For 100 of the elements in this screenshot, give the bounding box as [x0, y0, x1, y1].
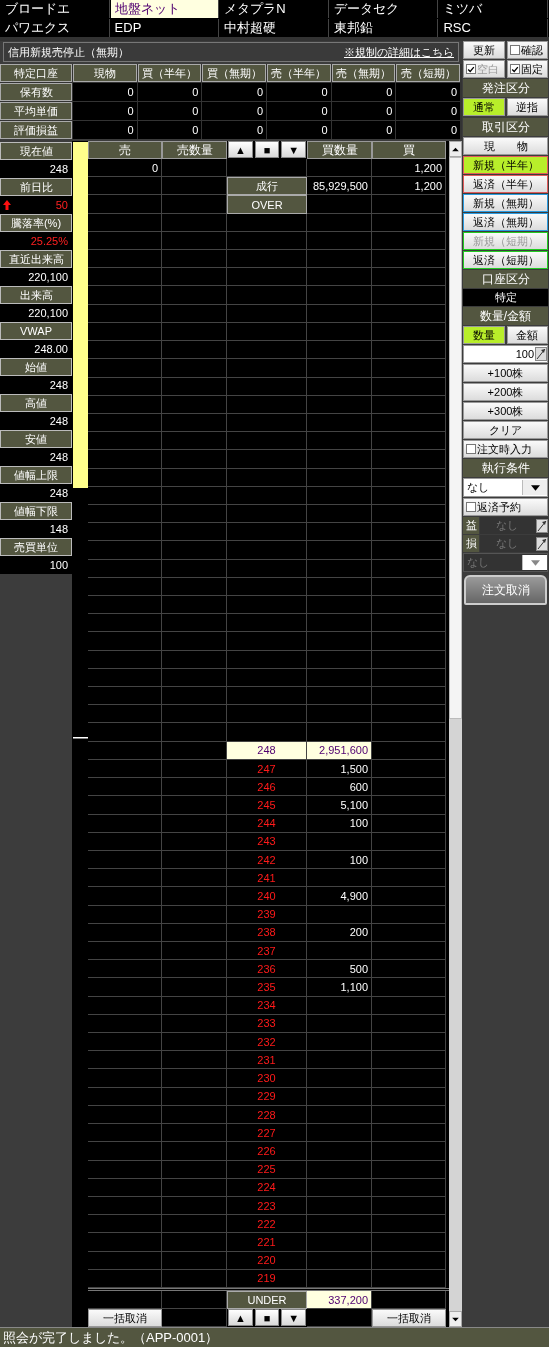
- table-cell: [307, 1069, 372, 1088]
- trade-type-button[interactable]: 返済（短期）: [463, 251, 548, 269]
- quantity-button[interactable]: +300株: [463, 402, 548, 420]
- stat-label: 直近出来高: [0, 250, 72, 268]
- regulation-link[interactable]: ※規制の詳細はこちら: [344, 44, 454, 60]
- repay-reserve-toggle[interactable]: 返済予約: [463, 498, 548, 516]
- table-cell: [307, 723, 372, 742]
- caret-icon[interactable]: [522, 480, 547, 495]
- table-cell: [162, 778, 227, 797]
- table-cell: [162, 286, 227, 305]
- scroll-button[interactable]: ■: [254, 141, 280, 158]
- checkbox-label: 注文時入力: [477, 441, 532, 457]
- table-cell: [162, 541, 227, 560]
- table-cell: 0: [202, 83, 266, 101]
- scroll-button[interactable]: ▼: [281, 141, 306, 158]
- scroll-button[interactable]: ▲: [228, 1309, 253, 1326]
- column-header: 売数量: [162, 141, 227, 159]
- cancel-all-button[interactable]: 一括取消: [88, 1309, 162, 1327]
- table-cell: [162, 268, 227, 287]
- table-cell: 0: [331, 83, 396, 101]
- table-cell: [307, 359, 372, 378]
- cancel-all-button[interactable]: 一括取消: [372, 1309, 446, 1327]
- trade-type-button[interactable]: 現 物: [463, 137, 548, 155]
- table-cell: [307, 159, 372, 178]
- stat-label: 始値: [0, 358, 72, 376]
- table-cell: [307, 614, 372, 633]
- stat-label: VWAP: [0, 322, 72, 340]
- stat-value: 148: [49, 523, 68, 535]
- checkbox[interactable]: [466, 444, 476, 454]
- table-cell: 0: [396, 102, 460, 120]
- restriction-notice: 信用新規売停止（無期）: [8, 44, 129, 60]
- quantity-button[interactable]: クリア: [463, 421, 548, 439]
- table-cell: [162, 1069, 227, 1088]
- table-cell: [307, 1233, 372, 1252]
- table-cell: [307, 250, 372, 269]
- condition-dropdown[interactable]: なし: [463, 478, 548, 497]
- table-cell: [307, 341, 372, 360]
- table-cell: [162, 450, 227, 469]
- cancel-order-button[interactable]: 注文取消: [464, 575, 547, 605]
- scroll-button[interactable]: ▲: [228, 141, 253, 158]
- status-bar: 照会が完了しました。（APP-0001）: [0, 1327, 549, 1347]
- account-value: 特定: [463, 289, 548, 306]
- order-type-toggle[interactable]: 逆指: [506, 98, 548, 116]
- stat-value: 100: [49, 559, 68, 571]
- checkbox[interactable]: [466, 502, 476, 512]
- stat-value: 248: [49, 163, 68, 175]
- column-header: 売（短期）: [396, 64, 460, 82]
- table-cell: 0: [202, 121, 266, 139]
- table-cell: [162, 250, 227, 269]
- scroll-bar[interactable]: [449, 141, 462, 1327]
- refresh-button[interactable]: 更新: [463, 41, 505, 59]
- column-header: 買（半年）: [137, 64, 202, 82]
- table-cell: [162, 1051, 227, 1070]
- trade-type-button[interactable]: 返済（無期）: [463, 213, 548, 231]
- table-cell: [162, 523, 227, 542]
- stat-value: 25.25%: [30, 235, 68, 247]
- column-header: 売（無期）: [331, 64, 396, 82]
- row-header: 平均単価: [0, 102, 72, 120]
- table-cell: 0: [267, 83, 331, 101]
- order-type-toggle[interactable]: 通常: [463, 98, 505, 116]
- quantity-field[interactable]: 100: [463, 345, 548, 363]
- field-label: 益: [463, 517, 479, 534]
- table-cell: 5,100: [307, 796, 372, 815]
- checkbox[interactable]: [509, 64, 520, 74]
- table-cell: [162, 1215, 227, 1234]
- fixed-toggle[interactable]: 固定: [506, 60, 548, 78]
- checkbox-label: 空白: [477, 61, 499, 77]
- stat-value: 220,100: [28, 307, 68, 319]
- checkbox[interactable]: [509, 45, 520, 55]
- confirm-toggle[interactable]: 確認: [506, 41, 548, 59]
- table-cell: [307, 687, 372, 706]
- input-on-order-toggle[interactable]: 注文時入力: [463, 440, 548, 458]
- scroll-button[interactable]: ▼: [281, 1309, 306, 1326]
- trade-type-button[interactable]: 新規（半年）: [463, 156, 548, 174]
- mode-toggle[interactable]: 金額: [506, 326, 548, 344]
- table-cell: 0: [137, 121, 202, 139]
- table-cell: [307, 286, 372, 305]
- table-cell: 337,200: [307, 1291, 372, 1309]
- checkbox-label: 固定: [520, 61, 543, 77]
- stat-value: 50: [55, 199, 68, 211]
- section-title: 口座区分: [463, 270, 548, 288]
- table-cell: [307, 1051, 372, 1070]
- trade-type-button[interactable]: 返済（半年）: [463, 175, 548, 193]
- quantity-button[interactable]: +200株: [463, 383, 548, 401]
- stock-tab[interactable]: 地盤ネット: [110, 0, 220, 18]
- trade-type-button[interactable]: 新規（無期）: [463, 194, 548, 212]
- price-label: OVER: [227, 195, 307, 214]
- column-header: 買（無期）: [202, 64, 266, 82]
- stat-label: 現在値: [0, 142, 72, 160]
- table-cell: [307, 1124, 372, 1143]
- table-cell: [162, 978, 227, 997]
- quantity-button[interactable]: +100株: [463, 364, 548, 382]
- scroll-button[interactable]: ■: [254, 1309, 280, 1326]
- column-header: 現物: [73, 64, 137, 82]
- stat-value: 248: [49, 415, 68, 427]
- mode-toggle[interactable]: 数量: [463, 326, 505, 344]
- table-cell: [162, 359, 227, 378]
- stat-label: 値幅上限: [0, 466, 72, 484]
- stat-value: 248: [49, 451, 68, 463]
- stat-label: 安値: [0, 430, 72, 448]
